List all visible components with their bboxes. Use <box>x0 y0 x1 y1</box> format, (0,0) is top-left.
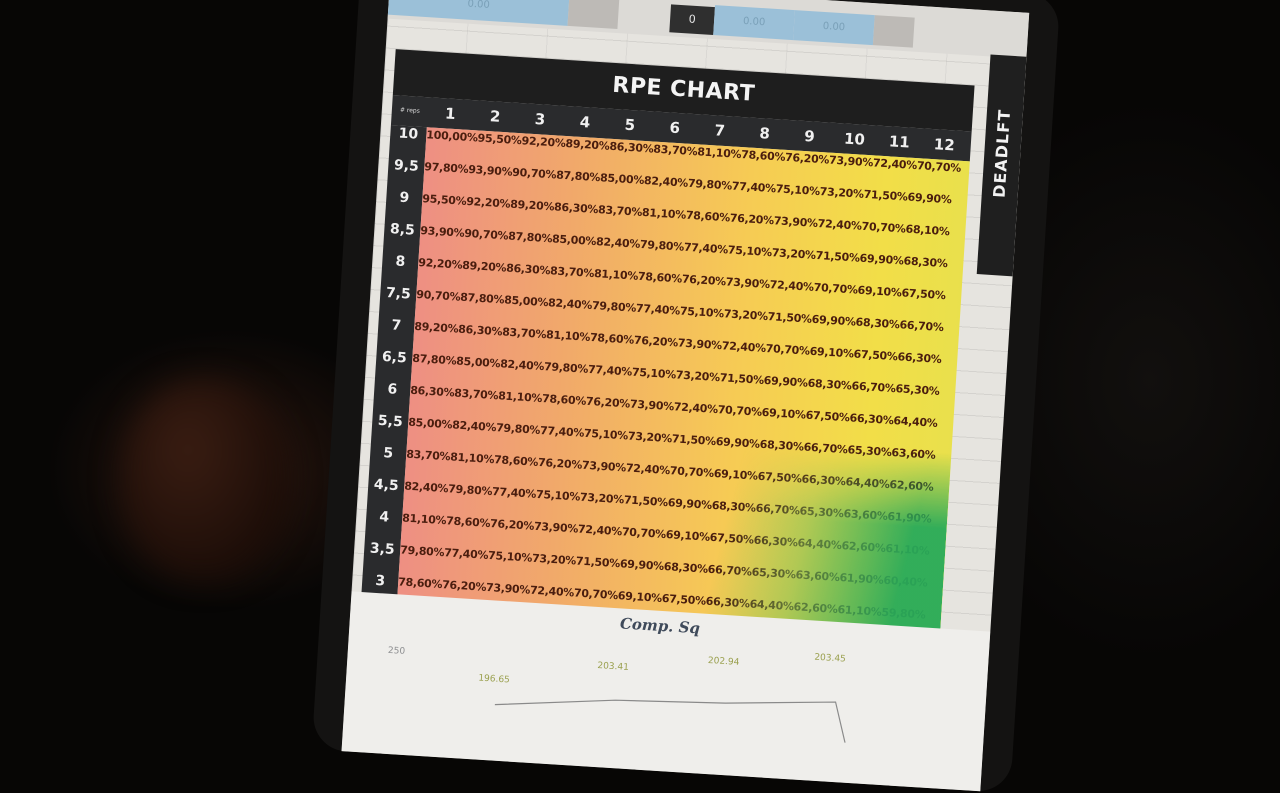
rpe-row-label: 4 <box>378 509 390 526</box>
reps-column-header: 2 <box>489 107 501 126</box>
trend-line <box>494 699 846 743</box>
reps-column-header: 9 <box>803 126 816 146</box>
reps-column-header: 12 <box>933 135 956 155</box>
top-cell-value[interactable]: 0.00 <box>387 0 570 26</box>
top-cell-dark[interactable]: 0 <box>669 4 715 36</box>
reps-column-header: 4 <box>579 112 591 132</box>
reps-column-header: 6 <box>669 118 681 138</box>
top-cell-empty[interactable] <box>872 15 915 48</box>
rpe-row-label: 9 <box>399 189 410 207</box>
top-cell-strip: 0.00 0 0.00 0.00 <box>387 0 1030 59</box>
rpe-row-label: 8 <box>394 253 406 271</box>
reps-column-header: 1 <box>444 104 457 123</box>
deadlift-sheet-tab[interactable]: DEADLFT <box>976 54 1027 277</box>
rpe-row-label: 10 <box>398 125 419 143</box>
reps-column-header: 5 <box>624 115 636 135</box>
rpe-row-label: 6 <box>386 381 398 398</box>
rpe-row-label: 5 <box>382 445 394 462</box>
rpe-row-label: 9,5 <box>393 157 420 175</box>
phone-device: 0.00 0 0.00 0.00 RPE CHART # reps 123456… <box>311 0 1061 793</box>
rpe-row-label: 4,5 <box>373 476 400 495</box>
rpe-chart: RPE CHART # reps 1 2 3 4 5 6 7 8 9 10 11 12 10 9,5 9 8… <box>361 49 975 633</box>
rpe-row-label: 3,5 <box>369 540 396 559</box>
top-cell-empty[interactable] <box>567 0 620 30</box>
rpe-row-label: 5,5 <box>377 412 404 431</box>
blurred-thumb <box>120 380 290 580</box>
rpe-row-label: 8,5 <box>389 221 416 239</box>
reps-column-header: 8 <box>758 124 771 143</box>
reps-column-header: 7 <box>713 121 726 140</box>
rpe-row-label: 7 <box>390 317 402 335</box>
top-cell-value[interactable]: 0.00 <box>793 10 875 46</box>
comp-sq-title: Comp. Sq <box>619 614 701 638</box>
top-cell-value[interactable]: 0.00 <box>713 5 795 41</box>
rpe-row-label: 7,5 <box>385 285 412 303</box>
percentage-grid: 100,00%95,50%92,20%89,20%86,30%83,70%81,… <box>397 127 970 633</box>
reps-column-header: 3 <box>534 110 546 129</box>
spreadsheet-screen: 0.00 0 0.00 0.00 RPE CHART # reps 123456… <box>341 0 1030 792</box>
reps-column-header: 11 <box>888 132 911 152</box>
deadlift-tab-label: DEADLFT <box>989 108 1015 199</box>
rpe-row-label: 6,5 <box>381 348 408 367</box>
axis-value: 250 <box>387 645 406 657</box>
reps-column-header: 10 <box>843 129 866 149</box>
green-shading <box>397 127 970 633</box>
